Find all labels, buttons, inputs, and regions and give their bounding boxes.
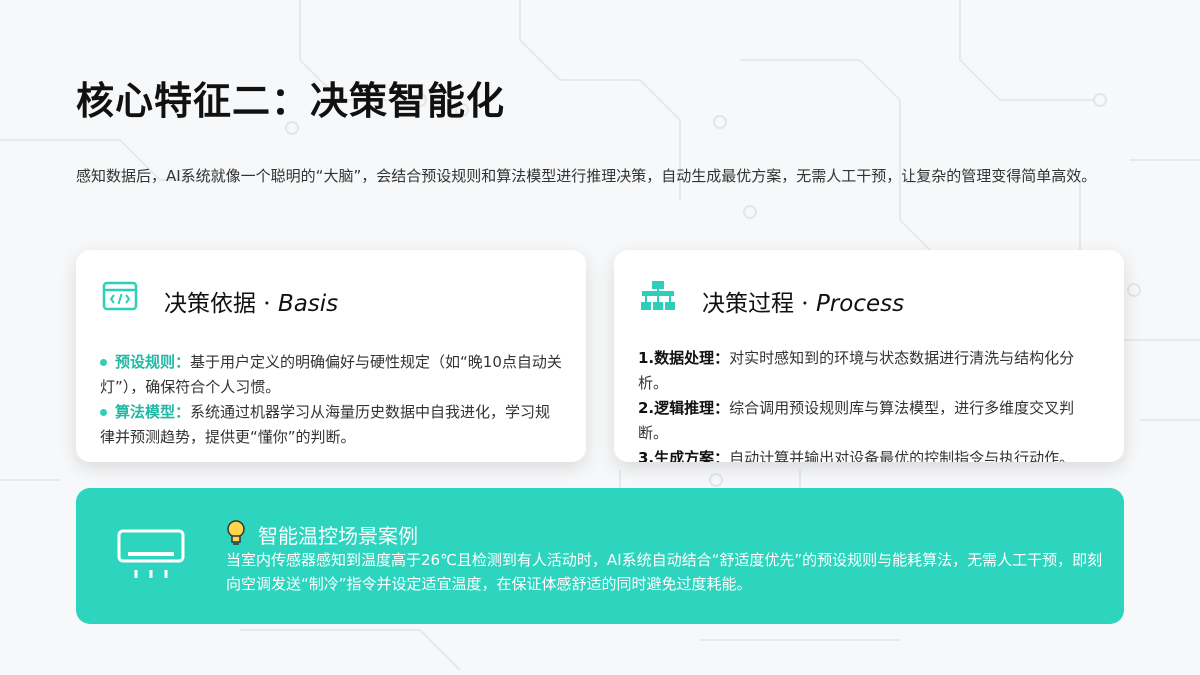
basis-title-cn: 决策依据 · xyxy=(164,291,278,317)
bullet-icon xyxy=(100,409,107,416)
basis-title-en: Basis xyxy=(277,291,339,317)
case-description: 当室内传感器感知到温度高于26℃且检测到有人活动时，AI系统自动结合“舒适度优先… xyxy=(226,551,1103,593)
process-step: 1.数据处理：对实时感知到的环境与状态数据进行清洗与结构化分析。 xyxy=(638,346,1100,396)
process-title-en: Process xyxy=(815,291,905,317)
case-card: 智能温控场景案例 当室内传感器感知到温度高于26℃且检测到有人活动时，AI系统自… xyxy=(76,488,1124,624)
process-steps: 1.数据处理：对实时感知到的环境与状态数据进行清洗与结构化分析。 2.逻辑推理：… xyxy=(638,346,1100,462)
page-title: 核心特征二：决策智能化 xyxy=(76,78,506,123)
step-label: 3.生成方案： xyxy=(638,449,730,462)
step-label: 2.逻辑推理： xyxy=(638,399,730,417)
intro-paragraph: 感知数据后，AI系统就像一个聪明的“大脑”，会结合预设规则和算法模型进行推理决策… xyxy=(76,167,1097,185)
basis-list: 预设规则：基于用户定义的明确偏好与硬性规定（如“晚10点自动关灯”），确保符合个… xyxy=(100,350,562,450)
process-title: 决策过程 · Process xyxy=(702,284,904,318)
bullet-icon xyxy=(100,359,107,366)
case-title: 智能温控场景案例 xyxy=(258,524,418,548)
process-step: 2.逻辑推理：综合调用预设规则库与算法模型，进行多维度交叉判断。 xyxy=(638,396,1100,446)
list-item: 预设规则：基于用户定义的明确偏好与硬性规定（如“晚10点自动关灯”），确保符合个… xyxy=(100,350,562,400)
list-item-label: 预设规则： xyxy=(115,353,191,371)
process-step: 3.生成方案：自动计算并输出对设备最优的控制指令与执行动作。 xyxy=(638,446,1100,462)
lightbulb-icon xyxy=(227,520,245,545)
list-item: 算法模型：系统通过机器学习从海量历史数据中自我进化，学习规律并预测趋势，提供更“… xyxy=(100,400,562,450)
step-label: 1.数据处理： xyxy=(638,349,730,367)
process-title-cn: 决策过程 · xyxy=(702,291,816,317)
code-window-icon xyxy=(102,281,138,311)
step-text: 自动计算并输出对设备最优的控制指令与执行动作。 xyxy=(729,449,1075,462)
process-card: 决策过程 · Process 1.数据处理：对实时感知到的环境与状态数据进行清洗… xyxy=(614,250,1124,462)
hierarchy-icon xyxy=(641,281,675,310)
basis-title: 决策依据 · Basis xyxy=(164,284,338,318)
air-conditioner-icon xyxy=(117,529,185,578)
basis-card: 决策依据 · Basis 预设规则：基于用户定义的明确偏好与硬性规定（如“晚10… xyxy=(76,250,586,462)
list-item-label: 算法模型： xyxy=(115,403,191,421)
